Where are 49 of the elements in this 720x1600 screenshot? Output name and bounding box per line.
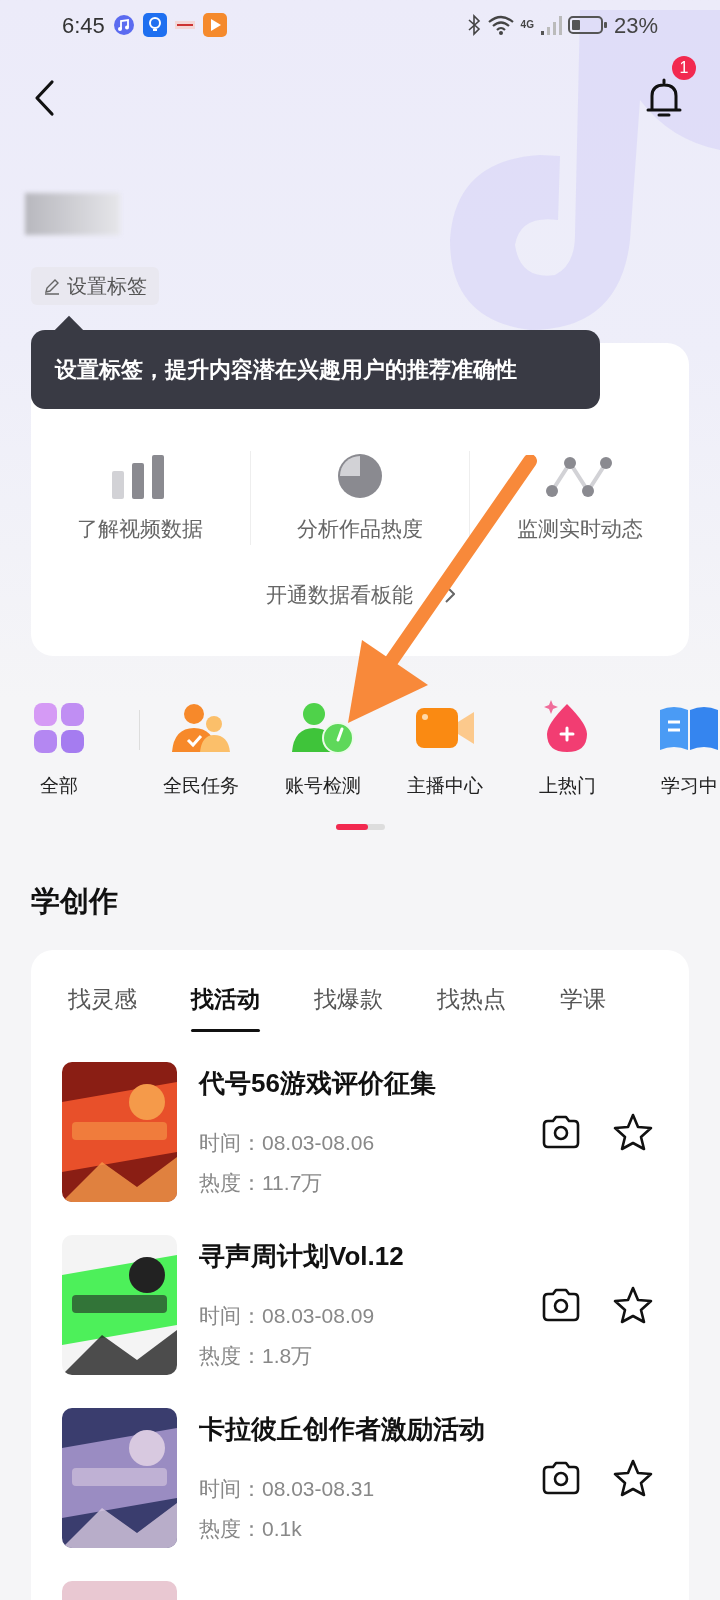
activity-title: 代号56游戏评价征集 bbox=[199, 1070, 437, 1096]
activity-heat: 热度：0.1k bbox=[199, 1518, 303, 1539]
shortcut-button[interactable]: 全民任务 bbox=[163, 698, 239, 801]
activity-time: 时间：08.03-08.09 bbox=[199, 1305, 376, 1326]
wifi-icon bbox=[486, 14, 515, 36]
feature-label: 监测实时动态 bbox=[516, 516, 643, 542]
star-icon[interactable] bbox=[613, 1113, 653, 1151]
camera-icon[interactable] bbox=[541, 1115, 581, 1149]
bluetooth-icon bbox=[466, 14, 481, 36]
person-gauge-icon bbox=[292, 702, 354, 754]
star-icon[interactable] bbox=[613, 1286, 653, 1324]
tooltip-text: 设置标签，提升内容潜在兴趣用户的推荐准确性 bbox=[55, 356, 517, 384]
pie-chart-icon bbox=[337, 453, 383, 499]
battery-percent: 23% bbox=[613, 11, 658, 40]
tab[interactable]: 找灵感 bbox=[68, 981, 137, 1032]
tab[interactable]: 找热点 bbox=[437, 981, 506, 1032]
tab[interactable]: 找爆款 bbox=[314, 981, 383, 1032]
feature-label: 分析作品热度 bbox=[297, 516, 423, 542]
camera-icon[interactable] bbox=[541, 1288, 581, 1322]
shortcut-button[interactable]: 主播中心 bbox=[407, 698, 483, 801]
music-app-icon bbox=[112, 14, 135, 36]
activity-heat: 热度：1.8万 bbox=[199, 1345, 314, 1366]
activity-time: 时间：08.03-08.06 bbox=[199, 1132, 376, 1153]
data-board-link[interactable]: 开通数据看板能 bbox=[265, 578, 455, 610]
network-label: 4G bbox=[520, 17, 534, 32]
camera-icon[interactable] bbox=[541, 1461, 581, 1495]
shortcut-button[interactable]: 学习中 bbox=[658, 698, 720, 801]
feature-label: 了解视频数据 bbox=[77, 516, 204, 542]
tab[interactable]: 学课 bbox=[560, 981, 606, 1032]
star-icon[interactable] bbox=[613, 1459, 653, 1497]
activity-title: 卡拉彼丘创作者激励活动 bbox=[199, 1416, 486, 1442]
status-time: 6:45 bbox=[62, 11, 105, 40]
battery-icon bbox=[567, 14, 608, 36]
play-app-icon bbox=[202, 13, 227, 37]
activity-title: 寻声周计划Vol.12 bbox=[199, 1243, 405, 1269]
bulb-app-icon bbox=[142, 13, 167, 37]
app-icon bbox=[174, 21, 195, 29]
shortcut-button[interactable]: 上热门 bbox=[538, 698, 596, 801]
pencil-icon bbox=[43, 277, 61, 295]
people-icon bbox=[170, 702, 232, 754]
tab[interactable]: 找活动 bbox=[191, 981, 260, 1032]
activity-heat: 热度：11.7万 bbox=[199, 1172, 324, 1193]
section-title: 学创作 bbox=[31, 884, 119, 919]
signal-icon bbox=[539, 14, 562, 36]
page-indicator bbox=[335, 824, 385, 830]
shortcut-button[interactable]: 全部 bbox=[33, 698, 85, 801]
set-tag-button[interactable]: 设置标签 bbox=[31, 267, 159, 305]
activity-time: 时间：08.03-08.31 bbox=[199, 1478, 376, 1499]
grid-icon bbox=[33, 702, 85, 754]
